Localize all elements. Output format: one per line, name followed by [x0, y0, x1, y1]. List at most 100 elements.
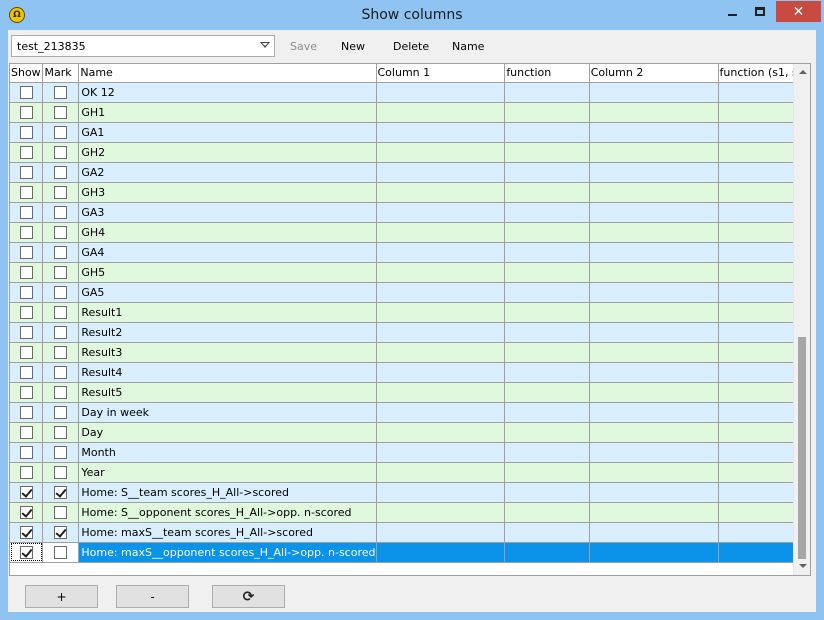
- table-row[interactable]: Day in week: [10, 402, 810, 423]
- show-checkbox[interactable]: [19, 125, 33, 139]
- delete-button[interactable]: Delete: [393, 40, 429, 53]
- table-row[interactable]: GH5: [10, 262, 810, 283]
- function-cell[interactable]: [504, 522, 590, 543]
- name-cell[interactable]: GA1: [78, 122, 377, 143]
- new-button[interactable]: New: [341, 40, 365, 53]
- show-checkbox[interactable]: [19, 305, 33, 319]
- table-row[interactable]: GH3: [10, 182, 810, 203]
- column-1-cell[interactable]: [376, 342, 506, 363]
- refresh-button[interactable]: ⟳: [212, 585, 285, 608]
- name-cell[interactable]: GH2: [78, 142, 377, 163]
- name-cell[interactable]: Result5: [78, 382, 377, 403]
- mark-checkbox[interactable]: [54, 385, 68, 399]
- function-cell[interactable]: [504, 202, 590, 223]
- table-row[interactable]: Home: maxS__team scores_H_All->scored: [10, 522, 810, 543]
- maximize-button[interactable]: [746, 1, 773, 22]
- show-checkbox[interactable]: [19, 185, 33, 199]
- show-checkbox[interactable]: [19, 325, 33, 339]
- show-checkbox[interactable]: [19, 485, 33, 499]
- function-cell[interactable]: [504, 222, 590, 243]
- column-2-cell[interactable]: [589, 202, 719, 223]
- column-2-cell[interactable]: [589, 162, 719, 183]
- name-cell[interactable]: GH5: [78, 262, 377, 283]
- table-row[interactable]: Result1: [10, 302, 810, 323]
- show-checkbox[interactable]: [19, 465, 33, 479]
- table-row[interactable]: GA1: [10, 122, 810, 143]
- column-1-cell[interactable]: [376, 122, 506, 143]
- name-cell[interactable]: OK 12: [78, 82, 377, 103]
- name-cell[interactable]: Home: maxS__team scores_H_All->scored: [78, 522, 377, 543]
- vertical-scrollbar[interactable]: [793, 64, 810, 575]
- column-2-cell[interactable]: [589, 282, 719, 303]
- column-1-cell[interactable]: [376, 102, 506, 123]
- mark-checkbox[interactable]: [54, 285, 68, 299]
- scrollbar-thumb[interactable]: [798, 337, 806, 559]
- column-1-cell[interactable]: [376, 162, 506, 183]
- function-cell[interactable]: [504, 322, 590, 343]
- name-cell[interactable]: Home: S__team scores_H_All->scored: [78, 482, 377, 503]
- show-checkbox[interactable]: [19, 545, 33, 559]
- function-cell[interactable]: [504, 382, 590, 403]
- name-cell[interactable]: Year: [78, 462, 377, 483]
- table-row[interactable]: Year: [10, 462, 810, 483]
- column-2-cell[interactable]: [589, 82, 719, 103]
- mark-checkbox[interactable]: [54, 85, 68, 99]
- function-cell[interactable]: [504, 82, 590, 103]
- column-2-cell[interactable]: [589, 542, 719, 563]
- column-1-cell[interactable]: [376, 422, 506, 443]
- column-2-cell[interactable]: [589, 302, 719, 323]
- show-checkbox[interactable]: [19, 225, 33, 239]
- mark-checkbox[interactable]: [54, 265, 68, 279]
- column-2-cell[interactable]: [589, 462, 719, 483]
- show-checkbox[interactable]: [19, 285, 33, 299]
- mark-checkbox[interactable]: [54, 345, 68, 359]
- show-checkbox[interactable]: [19, 205, 33, 219]
- column-1-cell[interactable]: [376, 82, 506, 103]
- mark-checkbox[interactable]: [54, 105, 68, 119]
- name-cell[interactable]: GA5: [78, 282, 377, 303]
- column-2-cell[interactable]: [589, 442, 719, 463]
- name-button[interactable]: Name: [452, 40, 484, 53]
- column-2-cell[interactable]: [589, 342, 719, 363]
- function-cell[interactable]: [504, 442, 590, 463]
- preset-combobox[interactable]: test_213835: [11, 35, 275, 57]
- mark-checkbox[interactable]: [54, 205, 68, 219]
- remove-row-button[interactable]: -: [116, 585, 189, 608]
- column-1-cell[interactable]: [376, 482, 506, 503]
- column-1-cell[interactable]: [376, 262, 506, 283]
- columns-grid[interactable]: Show Mark Name Column 1 function Column …: [9, 63, 811, 576]
- column-1-cell[interactable]: [376, 302, 506, 323]
- minimize-button[interactable]: [718, 1, 746, 22]
- header-mark[interactable]: Mark: [42, 64, 80, 83]
- name-cell[interactable]: Result4: [78, 362, 377, 383]
- table-row[interactable]: Result4: [10, 362, 810, 383]
- name-cell[interactable]: GH3: [78, 182, 377, 203]
- name-cell[interactable]: GA3: [78, 202, 377, 223]
- header-column-1[interactable]: Column 1: [376, 64, 506, 83]
- table-row[interactable]: GA4: [10, 242, 810, 263]
- column-2-cell[interactable]: [589, 502, 719, 523]
- show-checkbox[interactable]: [19, 85, 33, 99]
- show-checkbox[interactable]: [19, 265, 33, 279]
- column-1-cell[interactable]: [376, 142, 506, 163]
- header-name[interactable]: Name: [78, 64, 377, 83]
- column-1-cell[interactable]: [376, 222, 506, 243]
- table-row[interactable]: Month: [10, 442, 810, 463]
- name-cell[interactable]: Home: S__opponent scores_H_All->opp. n-s…: [78, 502, 377, 523]
- table-row[interactable]: Home: S__team scores_H_All->scored: [10, 482, 810, 503]
- mark-checkbox[interactable]: [54, 185, 68, 199]
- column-1-cell[interactable]: [376, 542, 506, 563]
- show-checkbox[interactable]: [19, 505, 33, 519]
- table-row[interactable]: OK 12: [10, 82, 810, 103]
- column-2-cell[interactable]: [589, 102, 719, 123]
- column-2-cell[interactable]: [589, 242, 719, 263]
- mark-checkbox[interactable]: [54, 405, 68, 419]
- mark-checkbox[interactable]: [54, 145, 68, 159]
- name-cell[interactable]: GA4: [78, 242, 377, 263]
- scroll-up-icon[interactable]: [799, 70, 807, 74]
- column-1-cell[interactable]: [376, 362, 506, 383]
- column-2-cell[interactable]: [589, 402, 719, 423]
- show-checkbox[interactable]: [19, 145, 33, 159]
- table-row[interactable]: GH2: [10, 142, 810, 163]
- function-cell[interactable]: [504, 162, 590, 183]
